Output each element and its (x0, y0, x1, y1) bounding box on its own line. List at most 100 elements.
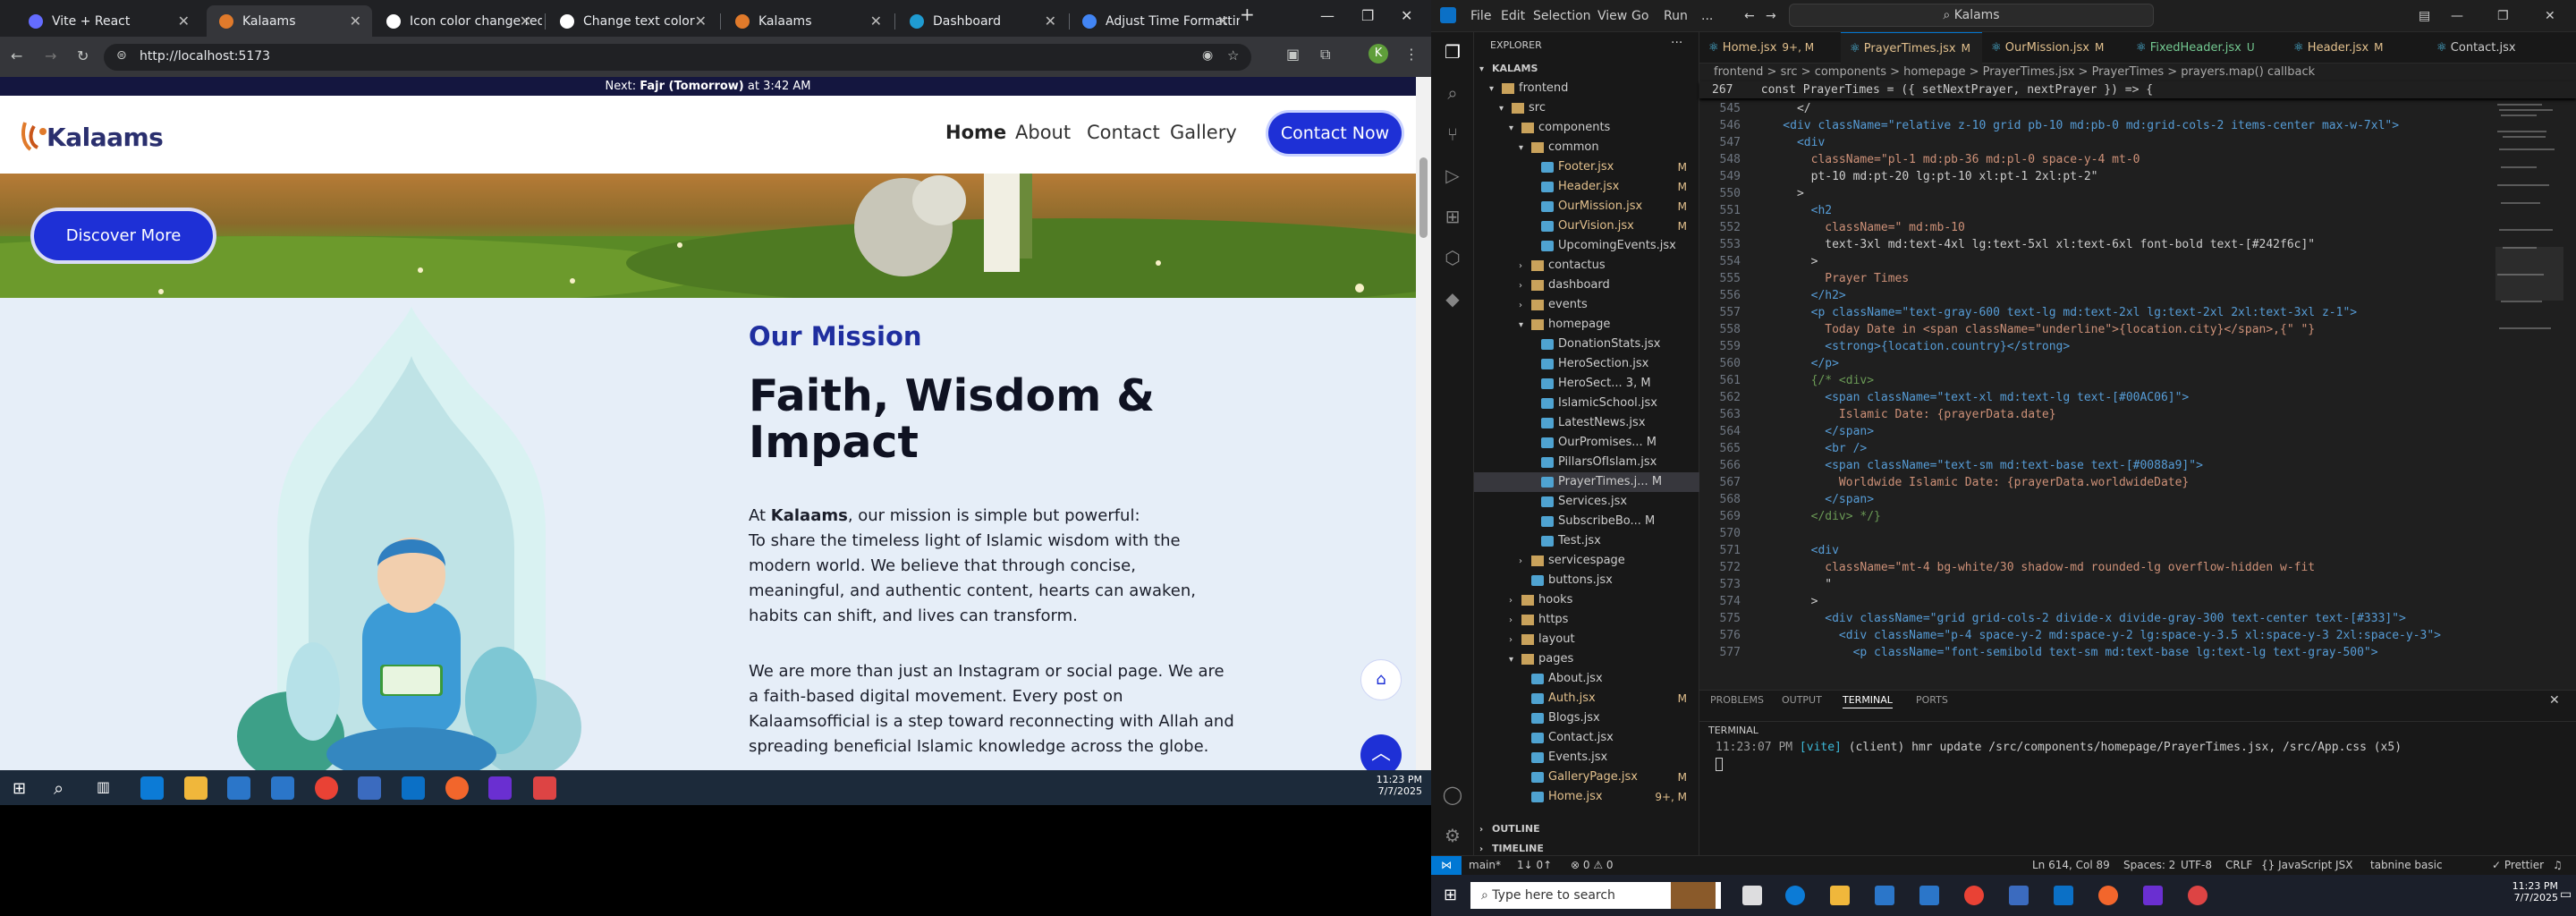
close-tab-icon[interactable]: ✕ (1217, 13, 1229, 30)
extension-icon[interactable]: ▣ (1286, 46, 1300, 63)
site-info-icon[interactable]: ⊜ (116, 48, 127, 63)
workspace-root[interactable]: ▾ KALAMS (1479, 59, 1538, 79)
folder-item[interactable]: ▾ frontend (1474, 79, 1699, 98)
profile-avatar[interactable]: K (1368, 44, 1388, 64)
menu-selection[interactable]: Selection (1533, 9, 1591, 23)
vscode-icon[interactable] (2054, 886, 2073, 905)
code-line[interactable]: <h2 (1755, 202, 1832, 219)
scroll-top-button[interactable]: ︿ (1360, 734, 1402, 770)
vscode-icon[interactable] (402, 776, 425, 800)
edge-icon[interactable] (1785, 886, 1805, 905)
folder-item[interactable]: ▾ components (1474, 118, 1699, 138)
code-line[interactable]: </ (1755, 100, 1811, 117)
file-explorer-icon[interactable] (1830, 886, 1850, 905)
settings-gear-icon[interactable]: ⚙ (1442, 825, 1463, 846)
nav-back-icon[interactable]: ← (1744, 9, 1755, 23)
file-item[interactable]: buttons.jsx (1474, 571, 1699, 590)
browser-tab[interactable]: Adjust Time Formattin ✕ (1070, 5, 1240, 37)
folder-item[interactable]: › contactus (1474, 256, 1699, 276)
close-tab-icon[interactable]: ✕ (520, 13, 531, 30)
editor-tab[interactable]: ⚛ Home.jsx 9+, M (1699, 32, 1841, 64)
app-icon[interactable] (533, 776, 556, 800)
code-line[interactable]: Today Date in <span className="underline… (1755, 321, 2315, 338)
folder-item[interactable]: ▾ common (1474, 138, 1699, 157)
chat-widget-button[interactable]: ⌂ (1360, 659, 1402, 700)
tab-problems[interactable]: PROBLEMS (1710, 694, 1764, 706)
browser-tab[interactable]: Kalaams ✕ (723, 5, 893, 37)
remote-indicator-icon[interactable]: ⋈ (1431, 856, 1462, 875)
close-tab-icon[interactable]: ✕ (178, 13, 190, 30)
store-icon[interactable] (1875, 886, 1894, 905)
menu-more[interactable]: ... (1701, 9, 1713, 23)
editor-tab[interactable]: ⚛ FixedHeader.jsx U (2127, 32, 2284, 64)
layout-icon[interactable]: ▤ (2419, 9, 2430, 23)
tab-terminal[interactable]: TERMINAL (1843, 694, 1893, 708)
code-line[interactable]: </span> (1755, 491, 1874, 508)
source-control-icon[interactable]: ⑂ (1442, 123, 1463, 145)
close-panel-icon[interactable]: ✕ (2549, 693, 2560, 708)
start-icon[interactable]: ⊞ (13, 779, 26, 798)
reload-icon[interactable]: ↻ (77, 47, 89, 64)
file-item[interactable]: PillarsOfIslam.jsx (1474, 453, 1699, 472)
file-item[interactable]: Blogs.jsx (1474, 708, 1699, 728)
nav-about[interactable]: About (1015, 122, 1071, 143)
file-item[interactable]: Auth.jsx M (1474, 689, 1699, 708)
search-icon[interactable]: ⌕ (1442, 82, 1463, 104)
outline-section[interactable]: › OUTLINE (1479, 819, 1540, 839)
close-window-button[interactable]: ✕ (1401, 7, 1412, 24)
store-icon[interactable] (227, 776, 250, 800)
menu-go[interactable]: Go (1631, 9, 1648, 23)
code-line[interactable]: <span className="text-xl md:text-lg text… (1755, 389, 2189, 406)
folder-item[interactable]: › hooks (1474, 590, 1699, 610)
file-item[interactable]: Events.jsx (1474, 748, 1699, 768)
back-icon[interactable]: ← (11, 47, 22, 64)
file-item[interactable]: Test.jsx (1474, 531, 1699, 551)
new-tab-button[interactable]: + (1240, 4, 1255, 25)
task-view-icon[interactable] (1742, 886, 1762, 905)
editor-tab[interactable]: ⚛ PrayerTimes.jsx M (1841, 32, 1982, 64)
code-line[interactable]: <div className="p-4 space-y-2 md:space-y… (1755, 627, 2441, 644)
code-line[interactable]: className=" md:mb-10 (1755, 219, 1965, 236)
cursor-position[interactable]: Ln 614, Col 89 (2032, 859, 2110, 871)
editor-tab[interactable]: ⚛ Contact.jsx (2428, 32, 2562, 64)
search-icon[interactable]: ⌕ (54, 777, 64, 799)
browser-tab[interactable]: Vite + React ✕ (16, 5, 200, 37)
menu-file[interactable]: File (1470, 9, 1491, 23)
menu-icon[interactable]: ⋮ (1404, 46, 1419, 63)
git-branch[interactable]: main* (1469, 859, 1501, 871)
code-line[interactable]: > (1755, 185, 1804, 202)
remote-icon[interactable]: ⬡ (1442, 247, 1463, 268)
code-line[interactable]: <p className="font-semibold text-sm md:t… (1755, 644, 2378, 661)
notification-icon[interactable]: ▭ (2560, 887, 2572, 902)
code-line[interactable]: <span className="text-sm md:text-base te… (1755, 457, 2203, 474)
code-line[interactable]: pt-10 md:pt-20 lg:pt-10 xl:pt-1 2xl:pt-2… (1755, 168, 2098, 185)
file-item[interactable]: DonationStats.jsx (1474, 335, 1699, 354)
code-line[interactable]: Prayer Times (1755, 270, 1909, 287)
more-icon[interactable]: ··· (1671, 36, 1682, 50)
code-line[interactable]: </span> (1755, 423, 1874, 440)
folder-item[interactable]: › dashboard (1474, 276, 1699, 295)
editor-tab[interactable]: ⚛ Header.jsx M (2284, 32, 2428, 64)
file-item[interactable]: LatestNews.jsx (1474, 413, 1699, 433)
file-item[interactable]: Header.jsx M (1474, 177, 1699, 197)
zoom-icon[interactable] (488, 776, 512, 800)
nav-forward-icon[interactable]: → (1766, 9, 1776, 23)
run-debug-icon[interactable]: ▷ (1442, 165, 1463, 186)
extensions-icon[interactable]: ⊞ (1442, 206, 1463, 227)
code-line[interactable]: " (1755, 576, 1832, 593)
code-line[interactable]: > (1755, 253, 1818, 270)
app-icon[interactable] (2009, 886, 2029, 905)
file-item[interactable]: Contact.jsx (1474, 728, 1699, 748)
code-line[interactable]: className="mt-4 bg-white/30 shadow-md ro… (1755, 559, 2315, 576)
code-line[interactable]: text-3xl md:text-4xl lg:text-5xl xl:text… (1755, 236, 2315, 253)
minimize-button[interactable]: — (1320, 7, 1335, 24)
contact-now-button[interactable]: Contact Now (1268, 113, 1402, 154)
file-item[interactable]: OurMission.jsx M (1474, 197, 1699, 216)
app-icon[interactable] (2188, 886, 2207, 905)
account-icon[interactable]: ◯ (1442, 784, 1463, 805)
command-center-search[interactable]: ⌕ Kalams (1789, 4, 2154, 27)
code-line[interactable]: </p> (1755, 355, 1839, 372)
code-line[interactable]: <strong>{location.country}</strong> (1755, 338, 2070, 355)
file-item[interactable]: PrayerTimes.j... M (1474, 472, 1699, 492)
firefox-icon[interactable] (445, 776, 469, 800)
